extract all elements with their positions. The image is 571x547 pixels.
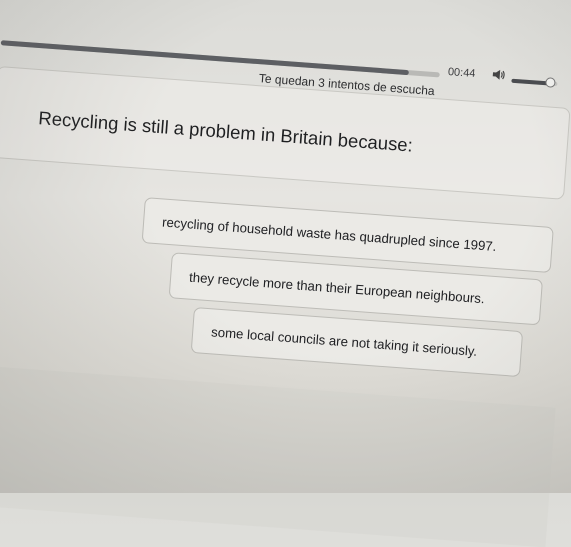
quiz-screen: 00:44 Te quedan 3 intentos de escucha Re…	[0, 0, 571, 547]
answer-option-label: recycling of household waste has quadrup…	[161, 213, 497, 254]
volume-slider[interactable]	[511, 77, 558, 88]
question-text: Recycling is still a problem in Britain …	[37, 107, 414, 156]
volume-fill	[511, 77, 556, 88]
speaker-icon[interactable]	[491, 67, 506, 82]
answer-option-label: they recycle more than their European ne…	[188, 269, 486, 306]
volume-knob[interactable]	[545, 77, 556, 88]
answer-option-label: some local councils are not taking it se…	[210, 323, 478, 359]
audio-time: 00:44	[447, 66, 476, 80]
page-background-panel	[0, 364, 556, 547]
